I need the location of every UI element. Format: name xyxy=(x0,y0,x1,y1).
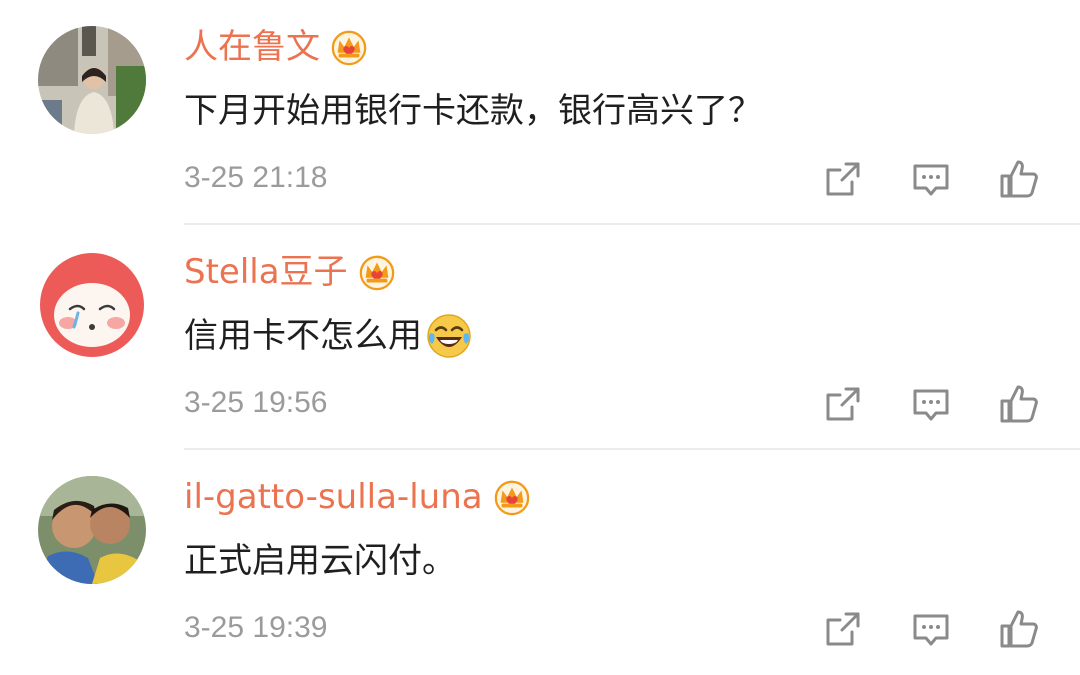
comment-icon xyxy=(910,383,952,425)
avatar[interactable] xyxy=(38,476,146,584)
comment-item: Stella豆子 信用卡不怎么用 3-25 19:56 xyxy=(0,225,1080,450)
vip-crown-icon xyxy=(358,253,396,291)
comment-text: 下月开始用银行卡还款，银行高兴了？ xyxy=(184,91,762,131)
username[interactable]: Stella豆子 xyxy=(184,249,348,295)
comment-time: 3-25 19:56 xyxy=(184,386,328,419)
comment-text: 正式启用云闪付。 xyxy=(184,541,456,581)
comment-item: 人在鲁文 下月开始用银行卡还款，银行高兴了？ 3-25 21:18 xyxy=(0,0,1080,225)
comment-icon xyxy=(910,158,952,200)
reply-button[interactable] xyxy=(910,608,952,650)
vip-crown-icon xyxy=(330,28,368,66)
comment-time: 3-25 19:39 xyxy=(184,611,328,644)
share-button[interactable] xyxy=(822,383,864,425)
share-button[interactable] xyxy=(822,158,864,200)
like-button[interactable] xyxy=(998,158,1040,200)
reply-button[interactable] xyxy=(910,158,952,200)
like-button[interactable] xyxy=(998,608,1040,650)
share-icon xyxy=(822,158,864,200)
share-button[interactable] xyxy=(822,608,864,650)
reply-button[interactable] xyxy=(910,383,952,425)
like-button[interactable] xyxy=(998,383,1040,425)
avatar[interactable] xyxy=(38,251,146,359)
comment-icon xyxy=(910,608,952,650)
username[interactable]: 人在鲁文 xyxy=(184,24,320,70)
like-icon xyxy=(998,608,1040,650)
comment-time: 3-25 21:18 xyxy=(184,161,328,194)
vip-crown-icon xyxy=(493,478,531,516)
like-icon xyxy=(998,158,1040,200)
comment-item: il-gatto-sulla-luna 正式启用云闪付。 3-25 19:39 xyxy=(0,450,1080,675)
like-icon xyxy=(998,383,1040,425)
share-icon xyxy=(822,383,864,425)
avatar[interactable] xyxy=(38,26,146,134)
comment-text: 信用卡不怎么用 xyxy=(184,316,422,356)
username[interactable]: il-gatto-sulla-luna xyxy=(184,474,483,520)
laughing-crying-emoji-icon xyxy=(427,314,471,358)
share-icon xyxy=(822,608,864,650)
